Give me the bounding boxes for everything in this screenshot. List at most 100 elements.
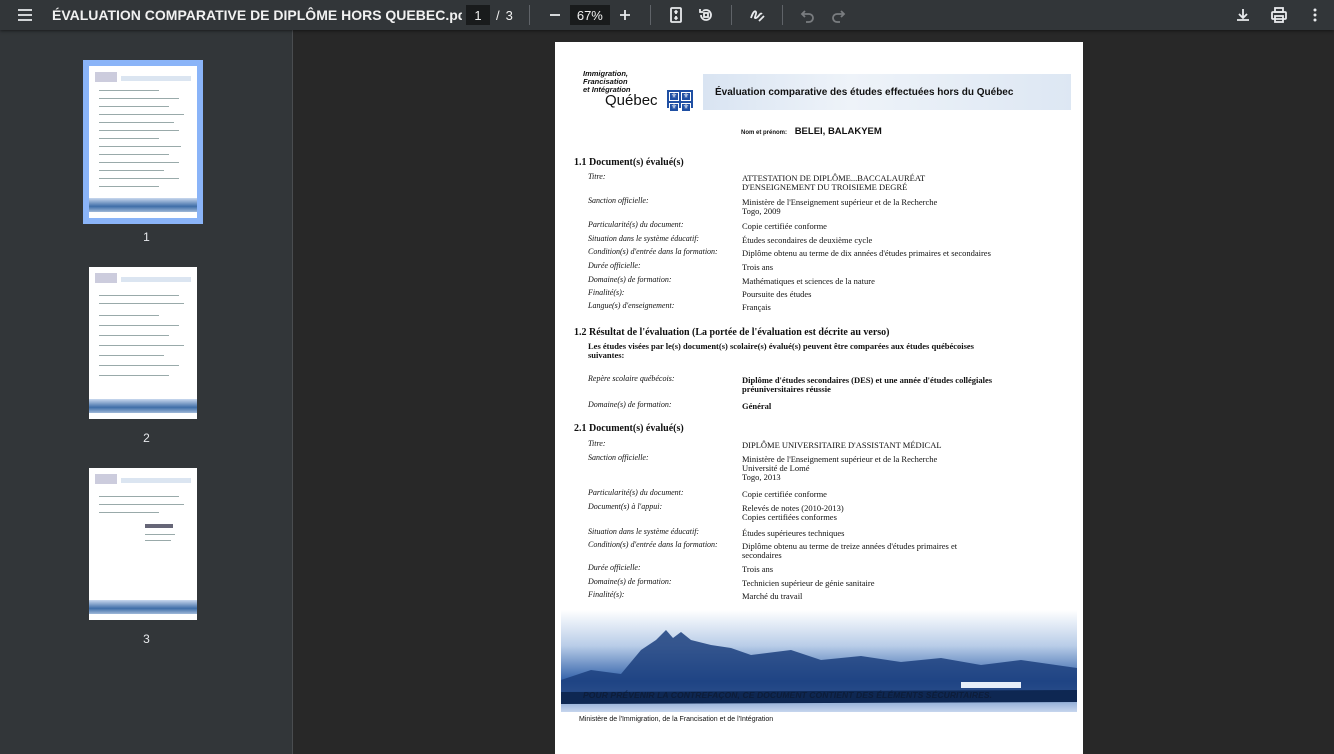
field-label: Finalité(s): [588,590,625,599]
field-value: Poursuite des études [742,289,812,299]
page-thumbnail-3[interactable] [89,468,197,620]
field-value: Relevés de notes (2010-2013) Copies cert… [742,503,844,522]
ministry-footer: Ministère de l'Immigration, de la Franci… [579,716,774,723]
field-label: Situation dans le système éducatif: [588,234,700,243]
thumbnail-line [99,375,169,376]
thumbnail-line [99,504,184,505]
thumbnail-label-2: 2 [143,431,150,445]
fleur-de-lis-icon: ⚜ [669,92,679,101]
field-value: Ministère de l'Enseignement supérieur et… [742,454,938,482]
thumbnail-line [95,273,117,283]
pdf-toolbar: ÉVALUATION COMPARATIVE DE DIPLÔME HORS Q… [0,0,1334,30]
thumbnail-line [99,355,164,356]
thumbnail-label-1: 1 [143,230,150,244]
field-value: Technicien supérieur de génie sanitaire [742,578,875,588]
thumbnail-sidebar: 1 2 3 [0,30,293,754]
thumbnail-line [145,540,171,541]
document-title: ÉVALUATION COMPARATIVE DE DIPLÔME HORS Q… [52,7,462,23]
divider [730,5,732,25]
download-icon[interactable] [1228,0,1258,30]
thumbnail-line [99,146,181,147]
security-banner-text: POUR PRÉVENIR LA CONTREFAÇON, CE DOCUMEN… [583,690,993,700]
thumbnail-line [99,90,159,91]
fleur-de-lis-icon: ⚜ [669,103,679,112]
field-label: Situation dans le système éducatif: [588,527,700,536]
section-heading: 1.2 Résultat de l'évaluation (La portée … [574,327,890,338]
thumbnail-line [99,98,179,99]
thumbnail-line [99,138,159,139]
field-value: ATTESTATION DE DIPLÔME...BACCALAURÉAT D'… [742,173,926,192]
page-number-input[interactable] [466,5,490,25]
menu-icon[interactable] [10,0,40,30]
divider [528,5,530,25]
field-label: Titre: [588,172,606,181]
thumbnail-line [99,496,179,497]
field-value: Trois ans [742,564,774,574]
fleur-de-lis-icon: ⚜ [681,103,691,112]
thumbnail-line [99,114,184,115]
rotate-icon[interactable] [691,0,721,30]
quebec-logo: Immigration, Francisation et Intégration… [583,70,703,114]
print-icon[interactable] [1264,0,1294,30]
thumbnail-line [99,106,169,107]
field-value: Général [742,401,772,411]
quebec-wordmark: Québec [605,92,658,109]
zoom-input[interactable] [569,5,610,25]
thumbnail-line [99,325,179,326]
total-pages: 3 [505,7,513,23]
field-label: Sanction officielle: [588,453,649,462]
field-label: Domaine(s) de formation: [588,275,672,284]
field-label: Titre: [588,439,606,448]
field-label: Condition(s) d'entrée dans la formation: [588,247,718,256]
thumbnail-line [99,122,174,123]
thumbnail-line [95,474,117,484]
field-label: Particularité(s) du document: [588,220,684,229]
field-label: Document(s) à l'appui: [588,502,663,511]
section-heading: 1.1 Document(s) évalué(s) [574,157,684,168]
thumbnail-line [99,512,159,513]
quebec-flag-icon: ⚜ ⚜ ⚜ ⚜ [667,90,693,112]
thumbnail-banner [89,399,197,413]
field-value: Mathématiques et sciences de la nature [742,276,875,286]
thumbnail-line [121,76,191,81]
thumbnail-label-3: 3 [143,632,150,646]
thumbnail-line [99,303,184,304]
undo-icon[interactable] [793,0,823,30]
pdf-viewer[interactable]: Immigration, Francisation et Intégration… [294,30,1334,754]
field-value: Diplôme obtenu au terme de dix années d'… [742,248,991,258]
field-value: DIPLÔME UNIVERSITAIRE D'ASSISTANT MÉDICA… [742,440,942,450]
field-label: Langue(s) d'enseignement: [588,301,675,310]
field-value: Copie certifiée conforme [742,221,827,231]
thumbnail-line [145,524,173,528]
thumbnail-line [95,72,117,82]
thumbnail-line [99,178,179,179]
annotate-icon[interactable] [742,0,772,30]
field-value: Ministère de l'Enseignement supérieur et… [742,197,938,216]
zoom-out-icon[interactable] [540,0,570,30]
zoom-in-icon[interactable] [610,0,640,30]
fit-page-icon[interactable] [661,0,691,30]
divider [781,5,783,25]
redo-icon[interactable] [823,0,853,30]
field-value: Diplôme d'études secondaires (DES) et un… [742,375,993,394]
thumbnail-line [99,186,159,187]
thumbnail-banner [89,198,197,212]
field-label: Domaine(s) de formation: [588,400,672,409]
field-label: Sanction officielle: [588,196,649,205]
section-heading: 2.1 Document(s) évalué(s) [574,423,684,434]
divider [649,5,651,25]
thumbnail-line [99,295,179,296]
section-intro: Les études visées par le(s) document(s) … [588,341,974,360]
thumbnail-line [121,478,191,483]
field-value: Trois ans [742,262,774,272]
field-value: Études supérieures techniques [742,528,845,538]
page-thumbnail-1[interactable] [83,60,203,224]
field-label: Durée officielle: [588,261,641,270]
page-thumbnail-2[interactable] [89,267,197,419]
more-options-icon[interactable] [1300,0,1330,30]
pdf-page: Immigration, Francisation et Intégration… [555,42,1083,754]
thumbnail-line [121,277,191,282]
name-row: Nom et prénom: BELEI, BALAKYEM [741,126,882,137]
field-label: Durée officielle: [588,563,641,572]
field-label: Repère scolaire québécois: [588,374,675,383]
